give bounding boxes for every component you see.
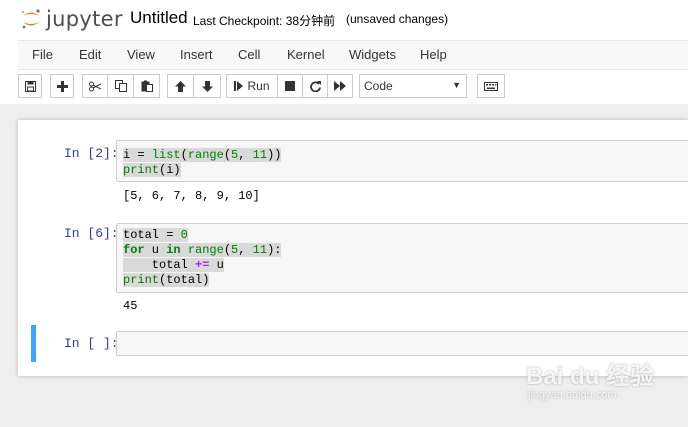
copy-button[interactable]	[108, 74, 134, 98]
cell-prompt: In [2]:	[64, 146, 119, 161]
move-up-button[interactable]	[167, 74, 194, 98]
jupyter-logo[interactable]: jupyter	[20, 6, 123, 32]
header: jupyter Untitled Last Checkpoint: 38分钟前 …	[0, 0, 688, 104]
run-label: Run	[247, 79, 270, 93]
paste-button[interactable]	[134, 74, 160, 98]
cell-input[interactable]: i = list(range(5, 11)) print(i)	[116, 140, 688, 182]
menu-view[interactable]: View	[127, 47, 155, 62]
menu-cell[interactable]: Cell	[238, 47, 260, 62]
cut-icon	[89, 81, 101, 91]
restart-run-all-button[interactable]	[328, 74, 353, 98]
logo-text: jupyter	[46, 7, 123, 31]
menu-widgets[interactable]: Widgets	[349, 47, 396, 62]
move-down-button[interactable]	[194, 74, 221, 98]
cell-output: 45	[123, 299, 138, 313]
cell-type-value: Code	[364, 79, 393, 93]
paste-icon	[141, 80, 153, 92]
save-button[interactable]	[18, 74, 42, 98]
menu-edit[interactable]: Edit	[79, 47, 101, 62]
command-palette-button[interactable]	[477, 74, 505, 98]
restart-icon	[309, 80, 321, 92]
menu-file[interactable]: File	[32, 47, 53, 62]
menubar: File Edit View Insert Cell Kernel Widget…	[18, 40, 688, 70]
stop-icon	[285, 81, 295, 91]
jupyter-logo-icon	[22, 9, 40, 29]
cell-output: [5, 6, 7, 8, 9, 10]	[123, 189, 260, 203]
keyboard-icon	[484, 81, 498, 91]
cell-input[interactable]: total = 0 for u in range(5, 11): total +…	[116, 223, 688, 293]
save-icon	[24, 80, 36, 92]
menu-insert[interactable]: Insert	[180, 47, 213, 62]
fast-forward-icon	[334, 81, 346, 91]
menu-kernel[interactable]: Kernel	[287, 47, 325, 62]
move-up-icon	[175, 80, 186, 92]
interrupt-button[interactable]	[278, 74, 303, 98]
watermark-sub: jingyan.baidu.com	[528, 389, 617, 401]
restart-button[interactable]	[303, 74, 328, 98]
cell-prompt: In [6]:	[64, 226, 119, 241]
active-cell-indicator	[31, 325, 36, 362]
checkpoint-status: Last Checkpoint: 38分钟前	[193, 14, 336, 28]
add-cell-button[interactable]	[50, 74, 74, 98]
run-icon	[234, 81, 244, 91]
cell-input-empty[interactable]	[116, 331, 688, 356]
move-down-icon	[201, 80, 213, 92]
run-button[interactable]: Run	[226, 74, 278, 98]
unsaved-status: (unsaved changes)	[346, 12, 449, 26]
notebook-container: In [2]: i = list(range(5, 11)) print(i) …	[18, 120, 688, 376]
cell-type-select[interactable]: Code ▼	[359, 74, 467, 98]
menu-help[interactable]: Help	[420, 47, 447, 62]
copy-icon	[114, 80, 127, 92]
dropdown-arrow-icon: ▼	[452, 80, 461, 90]
cut-button[interactable]	[82, 74, 108, 98]
cell-prompt: In [ ]:	[64, 336, 119, 351]
add-cell-icon	[56, 80, 68, 92]
notebook-title[interactable]: Untitled	[130, 8, 188, 28]
